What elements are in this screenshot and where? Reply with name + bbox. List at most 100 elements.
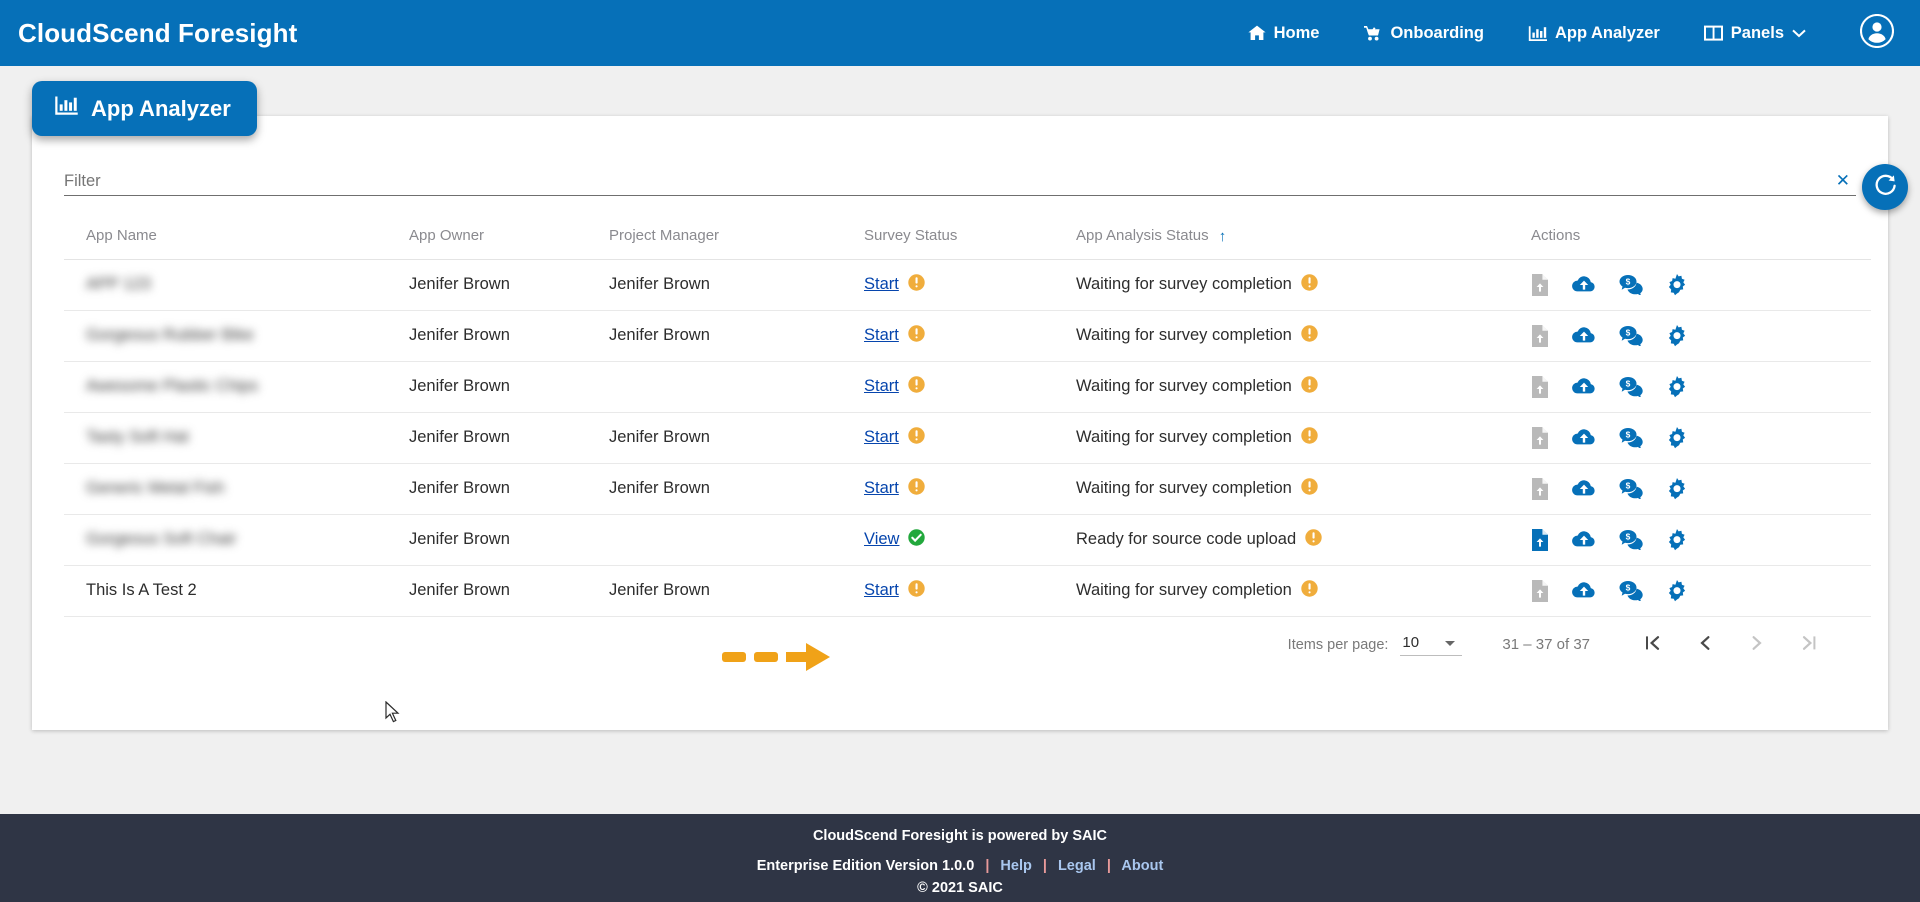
cell-survey-status: View	[864, 514, 1076, 566]
survey-status-link[interactable]: Start	[864, 275, 899, 294]
tab-app-analyzer[interactable]: App Analyzer	[32, 81, 257, 136]
cell-app-owner: Jenifer Brown	[409, 463, 609, 515]
account-avatar-button[interactable]	[1859, 13, 1895, 53]
gear-icon[interactable]	[1666, 375, 1688, 398]
cloud-upload-icon[interactable]	[1572, 479, 1596, 498]
filter-input[interactable]	[64, 172, 1856, 195]
next-page-button[interactable]	[1740, 628, 1774, 662]
cloud-upload-icon[interactable]	[1572, 326, 1596, 345]
cost-chat-icon[interactable]: $	[1619, 274, 1643, 295]
svg-text:$: $	[1626, 480, 1631, 490]
survey-status-link[interactable]: View	[864, 530, 899, 549]
footer-link-help[interactable]: Help	[1000, 858, 1031, 874]
cost-chat-icon[interactable]: $	[1619, 427, 1643, 448]
table-row[interactable]: Gorgeous Rubber Bike Jenifer Brown Jenifer…	[64, 310, 1871, 362]
cell-app-analysis-status: Waiting for survey completion	[1076, 361, 1531, 413]
cell-survey-status: Start	[864, 361, 1076, 413]
cell-project-manager: Jenifer Brown	[609, 565, 864, 617]
nav-item-app-analyzer[interactable]: App Analyzer	[1528, 24, 1660, 43]
cloud-upload-icon[interactable]	[1572, 530, 1596, 549]
column-header-app-analysis-status[interactable]: App Analysis Status ↑	[1076, 213, 1531, 260]
survey-status-link[interactable]: Start	[864, 326, 899, 345]
items-per-page-select[interactable]: 10	[1400, 634, 1463, 656]
first-page-button[interactable]	[1636, 628, 1670, 662]
cell-survey-status: Start	[864, 412, 1076, 464]
apps-table-wrap: App Name App Owner Project Manager Surve…	[64, 213, 1871, 617]
cloud-upload-icon[interactable]	[1572, 581, 1596, 600]
nav-item-home-label: Home	[1273, 23, 1320, 42]
cell-actions: $	[1531, 463, 1871, 515]
gear-icon[interactable]	[1666, 579, 1688, 602]
cell-survey-status: Start	[864, 565, 1076, 617]
app-name-value: This Is A Test 2	[86, 581, 197, 599]
cell-app-owner: Jenifer Brown	[409, 310, 609, 362]
table-row[interactable]: Tasty Soft Hat Jenifer Brown Jenifer Brown…	[64, 412, 1871, 464]
cell-app-owner: Jenifer Brown	[409, 259, 609, 311]
refresh-button[interactable]	[1862, 164, 1908, 210]
user-account-icon	[1859, 13, 1895, 53]
svg-text:$: $	[1626, 378, 1631, 388]
gear-icon[interactable]	[1666, 477, 1688, 500]
info-circle-icon	[908, 324, 925, 347]
footer-link-legal[interactable]: Legal	[1058, 858, 1096, 874]
gear-icon[interactable]	[1666, 273, 1688, 296]
cloud-upload-icon[interactable]	[1572, 428, 1596, 447]
table-row[interactable]: Gorgeous Soft Chair Jenifer Brown View Read…	[64, 514, 1871, 566]
cell-app-name: Tasty Soft Hat	[64, 412, 409, 464]
gear-icon[interactable]	[1666, 324, 1688, 347]
cost-chat-icon[interactable]: $	[1619, 376, 1643, 397]
clear-filter-button[interactable]: ✕	[1836, 172, 1850, 189]
cell-actions: $	[1531, 412, 1871, 464]
gear-icon[interactable]	[1666, 528, 1688, 551]
column-header-project-manager[interactable]: Project Manager	[609, 213, 864, 260]
last-page-button[interactable]	[1792, 628, 1826, 662]
column-header-actions: Actions	[1531, 213, 1871, 260]
footer-version: Enterprise Edition Version 1.0.0	[756, 858, 975, 874]
nav-item-home[interactable]: Home	[1248, 23, 1320, 43]
cost-chat-icon[interactable]: $	[1619, 478, 1643, 499]
survey-status-link[interactable]: Start	[864, 428, 899, 447]
nav-links: Home Onboarding App Analyzer Panels	[1248, 13, 1895, 53]
column-header-survey-status[interactable]: Survey Status	[864, 213, 1076, 260]
footer-copyright: © 2021 SAIC	[917, 880, 1003, 896]
app-analyzer-card: ✕ App Name	[32, 116, 1908, 730]
survey-status-link[interactable]: Start	[864, 581, 899, 600]
cell-survey-status: Start	[864, 259, 1076, 311]
gear-icon[interactable]	[1666, 426, 1688, 449]
cell-actions: $	[1531, 361, 1871, 413]
nav-item-panels[interactable]: Panels	[1703, 24, 1806, 43]
file-upload-icon	[1531, 273, 1549, 296]
cost-chat-icon[interactable]: $	[1619, 580, 1643, 601]
survey-status-link[interactable]: Start	[864, 377, 899, 396]
info-circle-icon	[908, 579, 925, 602]
cell-actions: $	[1531, 514, 1871, 566]
svg-text:$: $	[1626, 582, 1631, 592]
previous-page-button[interactable]	[1688, 628, 1722, 662]
chevron-down-icon	[1792, 29, 1806, 38]
info-circle-icon	[1301, 324, 1318, 347]
panels-icon	[1703, 25, 1723, 41]
filter-field: ✕	[64, 164, 1856, 196]
page-body: App Analyzer ✕	[0, 66, 1920, 814]
nav-item-onboarding[interactable]: Onboarding	[1363, 24, 1484, 43]
column-header-app-owner[interactable]: App Owner	[409, 213, 609, 260]
survey-status-link[interactable]: Start	[864, 479, 899, 498]
footer-link-about[interactable]: About	[1121, 858, 1163, 874]
cloud-upload-icon[interactable]	[1572, 275, 1596, 294]
nav-item-app-analyzer-label: App Analyzer	[1554, 23, 1660, 42]
svg-text:$: $	[1626, 276, 1631, 286]
onboarding-icon	[1363, 25, 1382, 42]
table-row[interactable]: This Is A Test 2 Jenifer Brown Jenifer Bro…	[64, 565, 1871, 617]
cloud-upload-icon[interactable]	[1572, 377, 1596, 396]
cost-chat-icon[interactable]: $	[1619, 529, 1643, 550]
info-circle-icon	[908, 273, 925, 296]
column-header-app-name[interactable]: App Name	[64, 213, 409, 260]
table-row[interactable]: Generic Metal Fish Jenifer Brown Jenifer B…	[64, 463, 1871, 515]
cost-chat-icon[interactable]: $	[1619, 325, 1643, 346]
file-upload-icon[interactable]	[1531, 528, 1549, 551]
first-page-icon	[1642, 632, 1664, 657]
table-row[interactable]: Awesome Plastic Chips Jenifer Brown Start W…	[64, 361, 1871, 413]
table-row[interactable]: APP 123 Jenifer Brown Jenifer Brown Start Wa…	[64, 259, 1871, 311]
cell-survey-status: Start	[864, 310, 1076, 362]
app-analysis-status-text: Waiting for survey completion	[1076, 479, 1292, 497]
